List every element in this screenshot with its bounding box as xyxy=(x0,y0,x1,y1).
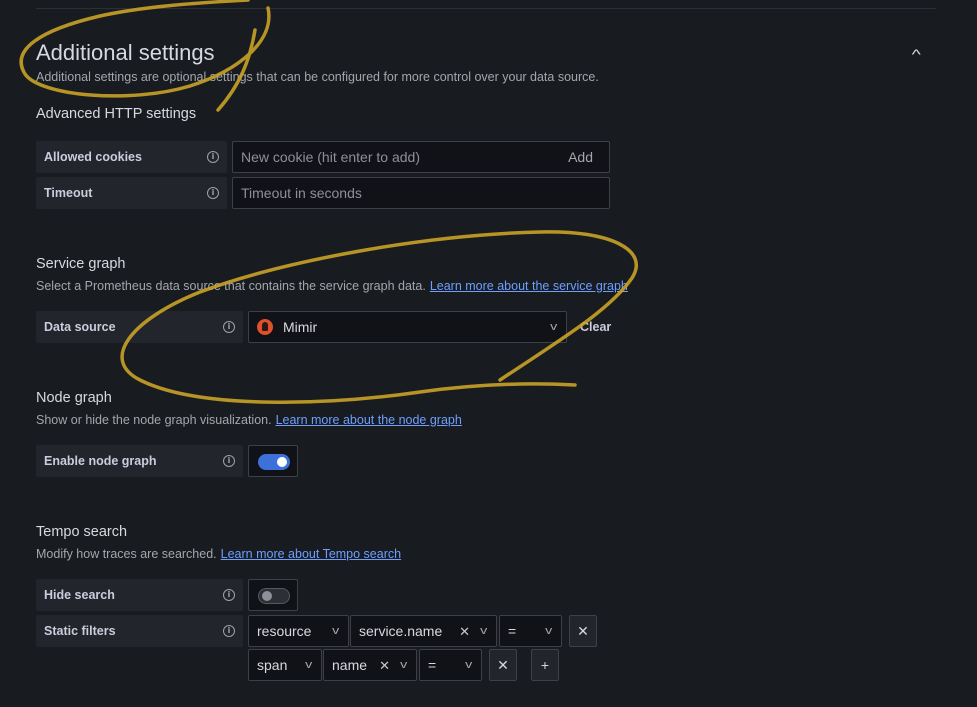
filter-operator-value: = xyxy=(428,657,437,673)
hide-search-label-text: Hide search xyxy=(44,588,115,602)
x-icon: ✕ xyxy=(497,656,509,673)
chevron-down-icon: v xyxy=(331,625,339,637)
page-title: Additional settings xyxy=(36,40,215,65)
allowed-cookies-label: Allowed cookies i xyxy=(36,141,227,173)
info-icon[interactable]: i xyxy=(223,625,235,637)
node-graph-heading: Node graph xyxy=(36,390,112,406)
filter-scope-select[interactable]: span v xyxy=(248,649,322,681)
datasource-label: Data source i xyxy=(36,311,243,343)
http-settings-heading: Advanced HTTP settings xyxy=(36,106,197,122)
info-icon[interactable]: i xyxy=(223,321,235,333)
info-icon[interactable]: i xyxy=(223,589,235,601)
remove-filter-button[interactable]: ✕ xyxy=(489,649,517,681)
filter-scope-value: resource xyxy=(257,623,312,639)
chevron-down-icon: v xyxy=(549,321,557,333)
filter-scope-value: span xyxy=(257,657,288,673)
x-icon: ✕ xyxy=(577,622,589,639)
hide-search-label: Hide search i xyxy=(36,579,243,611)
timeout-placeholder: Timeout in seconds xyxy=(241,185,362,201)
tempo-search-heading: Tempo search xyxy=(36,524,128,540)
add-cookie-button[interactable]: Add xyxy=(568,149,593,165)
datasource-value: Mimir xyxy=(283,319,318,335)
filter-tag-value: service.name xyxy=(359,623,443,639)
datasource-select[interactable]: Mimir v xyxy=(248,311,567,343)
mimir-logo-icon xyxy=(257,319,273,335)
filter-operator-select[interactable]: = v xyxy=(419,649,482,681)
tempo-search-learn-more-link[interactable]: Learn more about Tempo search xyxy=(221,547,401,561)
chevron-up-icon[interactable]: ^ xyxy=(912,46,921,62)
hide-search-toggle-wrap xyxy=(248,579,298,611)
tempo-search-description-text: Modify how traces are searched. xyxy=(36,547,217,561)
node-graph-description: Show or hide the node graph visualizatio… xyxy=(36,413,462,427)
toggle-knob xyxy=(277,457,287,467)
hide-search-toggle[interactable] xyxy=(258,588,290,604)
x-icon[interactable]: ✕ xyxy=(379,658,390,674)
chevron-down-icon: v xyxy=(399,659,407,671)
toggle-knob xyxy=(262,591,272,601)
plus-icon: + xyxy=(540,657,550,673)
filter-tag-select[interactable]: service.name ✕ v xyxy=(350,615,497,647)
info-icon[interactable]: i xyxy=(207,187,219,199)
filter-operator-value: = xyxy=(508,623,517,639)
filter-tag-value: name xyxy=(332,657,368,673)
node-graph-learn-more-link[interactable]: Learn more about the node graph xyxy=(276,413,462,427)
service-graph-description-text: Select a Prometheus data source that con… xyxy=(36,279,426,293)
node-graph-description-text: Show or hide the node graph visualizatio… xyxy=(36,413,272,427)
service-graph-heading: Service graph xyxy=(36,256,126,272)
timeout-input[interactable]: Timeout in seconds xyxy=(232,177,610,209)
cookie-placeholder: New cookie (hit enter to add) xyxy=(241,149,420,165)
service-graph-learn-more-link[interactable]: Learn more about the service graph xyxy=(430,279,628,293)
chevron-down-icon: v xyxy=(479,625,487,637)
info-icon[interactable]: i xyxy=(207,151,219,163)
enable-node-graph-label-text: Enable node graph xyxy=(44,454,157,468)
filter-operator-select[interactable]: = v xyxy=(499,615,562,647)
service-graph-description: Select a Prometheus data source that con… xyxy=(36,279,628,293)
enable-node-graph-toggle[interactable] xyxy=(258,454,290,470)
enable-node-graph-toggle-wrap xyxy=(248,445,298,477)
clear-button[interactable]: Clear xyxy=(580,320,611,334)
chevron-down-icon: v xyxy=(544,625,552,637)
static-filters-label-text: Static filters xyxy=(44,624,116,638)
add-filter-button[interactable]: + xyxy=(531,649,559,681)
static-filters-label: Static filters i xyxy=(36,615,243,647)
timeout-label: Timeout i xyxy=(36,177,227,209)
section-description: Additional settings are optional setting… xyxy=(36,70,599,84)
filter-tag-select[interactable]: name ✕ v xyxy=(323,649,417,681)
enable-node-graph-label: Enable node graph i xyxy=(36,445,243,477)
datasource-label-text: Data source xyxy=(44,320,116,334)
x-icon[interactable]: ✕ xyxy=(459,624,470,640)
remove-filter-button[interactable]: ✕ xyxy=(569,615,597,647)
cookie-input[interactable]: New cookie (hit enter to add) Add xyxy=(232,141,610,173)
chevron-down-icon: v xyxy=(304,659,312,671)
info-icon[interactable]: i xyxy=(223,455,235,467)
timeout-label-text: Timeout xyxy=(44,186,93,200)
filter-scope-select[interactable]: resource v xyxy=(248,615,349,647)
tempo-search-description: Modify how traces are searched. Learn mor… xyxy=(36,547,401,561)
allowed-cookies-label-text: Allowed cookies xyxy=(44,150,142,164)
section-divider xyxy=(36,8,936,9)
chevron-down-icon: v xyxy=(464,659,472,671)
